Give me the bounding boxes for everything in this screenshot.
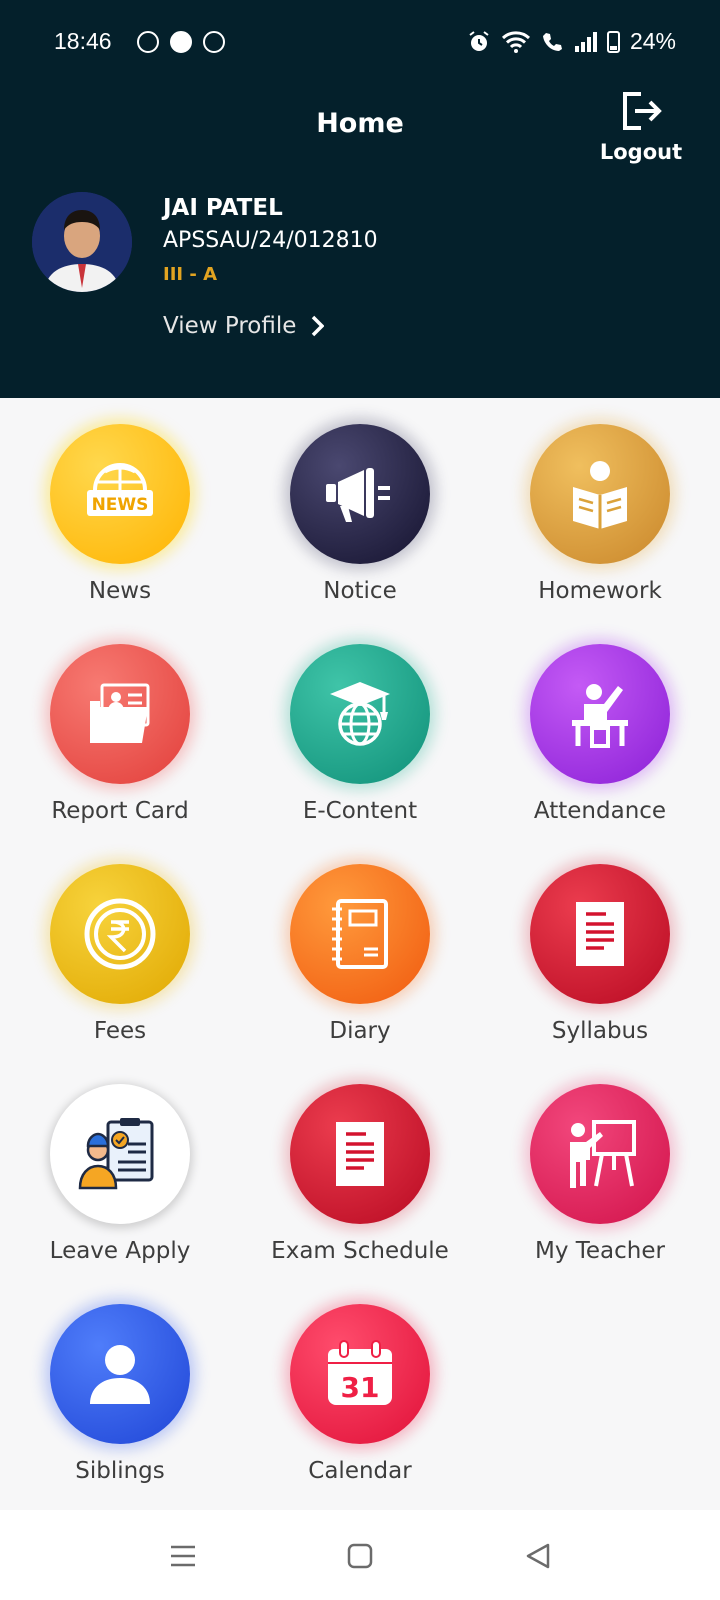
menu-item-e-content[interactable]: E-Content [240, 634, 480, 858]
logout-button[interactable]: Logout [596, 90, 686, 164]
menu-label: Notice [323, 578, 397, 604]
menu-icon[interactable] [165, 1538, 201, 1574]
logout-icon [623, 92, 662, 130]
rupee-coin-icon [84, 898, 156, 970]
svg-text:NEWS: NEWS [92, 495, 149, 515]
menu-item-news[interactable]: NEWS News [0, 414, 240, 638]
homework-icon-circle [530, 424, 670, 564]
chrome-icon [203, 31, 225, 53]
diary-icon [332, 899, 388, 969]
news-icon-circle: NEWS [50, 424, 190, 564]
menu-label: E-Content [302, 798, 418, 824]
logout-label: Logout [599, 140, 683, 164]
whatsapp-icon [137, 31, 159, 53]
megaphone-icon [326, 468, 390, 522]
menu-item-fees[interactable]: Fees [0, 854, 240, 1078]
notice-icon-circle [290, 424, 430, 564]
menu-item-syllabus[interactable]: Syllabus [480, 854, 720, 1078]
signal-icon [574, 31, 597, 52]
menu-item-leave-apply[interactable]: Leave Apply [0, 1074, 240, 1298]
app-icon [170, 31, 192, 53]
menu-label: Report Card [51, 798, 189, 824]
menu-label: My Teacher [535, 1238, 665, 1264]
chevron-right-icon [312, 315, 325, 337]
menu-item-exam-schedule[interactable]: Exam Schedule [240, 1074, 480, 1298]
status-time: 18:46 [54, 28, 112, 54]
menu-item-notice[interactable]: Notice [240, 414, 480, 638]
calendar-icon-circle: 31 [290, 1304, 430, 1444]
menu-label: Fees [93, 1018, 147, 1044]
siblings-icon-circle [50, 1304, 190, 1444]
view-profile-link[interactable]: View Profile [163, 313, 325, 339]
menu-label: Exam Schedule [271, 1238, 449, 1264]
menu-label: Homework [538, 578, 662, 604]
menu-label: Calendar [308, 1458, 412, 1484]
person-icon [90, 1345, 150, 1404]
student-name: JAI PATEL [163, 195, 283, 221]
report-folder-icon [90, 683, 150, 743]
calendar-icon: 31 [328, 1340, 392, 1405]
menu-item-report-card[interactable]: Report Card [0, 634, 240, 858]
back-triangle-icon[interactable] [520, 1538, 556, 1574]
menu-label: Diary [329, 1018, 391, 1044]
menu-item-siblings[interactable]: Siblings [0, 1294, 240, 1518]
my-teacher-icon-circle [530, 1084, 670, 1224]
alarm-icon [469, 30, 489, 51]
student-id: APSSAU/24/012810 [163, 228, 378, 253]
wifi-icon [501, 30, 530, 53]
call-icon [542, 32, 562, 51]
menu-label: Leave Apply [49, 1238, 191, 1264]
leave-form-icon [78, 1118, 154, 1190]
view-profile-label: View Profile [163, 313, 297, 339]
menu-label: Siblings [75, 1458, 165, 1484]
battery-percent: 24% [629, 28, 676, 54]
menu-item-diary[interactable]: Diary [240, 854, 480, 1078]
menu-item-my-teacher[interactable]: My Teacher [480, 1074, 720, 1298]
syllabus-icon-circle [530, 864, 670, 1004]
calendar-day: 31 [341, 1371, 380, 1404]
app-header: 18:46 24% Home Logout JAI PATEL APSSAU/2… [0, 0, 720, 398]
e-content-icon-circle [290, 644, 430, 784]
menu-item-homework[interactable]: Homework [480, 414, 720, 638]
graduation-globe-icon [330, 682, 390, 746]
teacher-board-icon [570, 1120, 636, 1188]
status-bar: 18:46 24% [0, 22, 720, 62]
home-square-icon[interactable] [342, 1538, 378, 1574]
menu-label: Attendance [533, 798, 667, 824]
document-icon [576, 902, 624, 966]
student-raising-hand-icon [572, 684, 628, 748]
status-right: 24% [467, 28, 676, 55]
attendance-icon-circle [530, 644, 670, 784]
menu-label: News [88, 578, 152, 604]
fees-icon-circle [50, 864, 190, 1004]
system-nav-bar [0, 1510, 720, 1600]
battery-icon [606, 30, 620, 53]
report-card-icon-circle [50, 644, 190, 784]
reading-icon [573, 461, 627, 529]
news-icon: NEWS [87, 463, 153, 516]
menu-label: Syllabus [551, 1018, 649, 1044]
exam-document-icon [336, 1122, 384, 1186]
student-class: III - A [163, 264, 218, 285]
leave-apply-icon-circle [50, 1084, 190, 1224]
student-avatar [32, 192, 132, 292]
diary-icon-circle [290, 864, 430, 1004]
menu-item-attendance[interactable]: Attendance [480, 634, 720, 858]
menu-item-calendar[interactable]: 31 Calendar [240, 1294, 480, 1518]
exam-schedule-icon-circle [290, 1084, 430, 1224]
